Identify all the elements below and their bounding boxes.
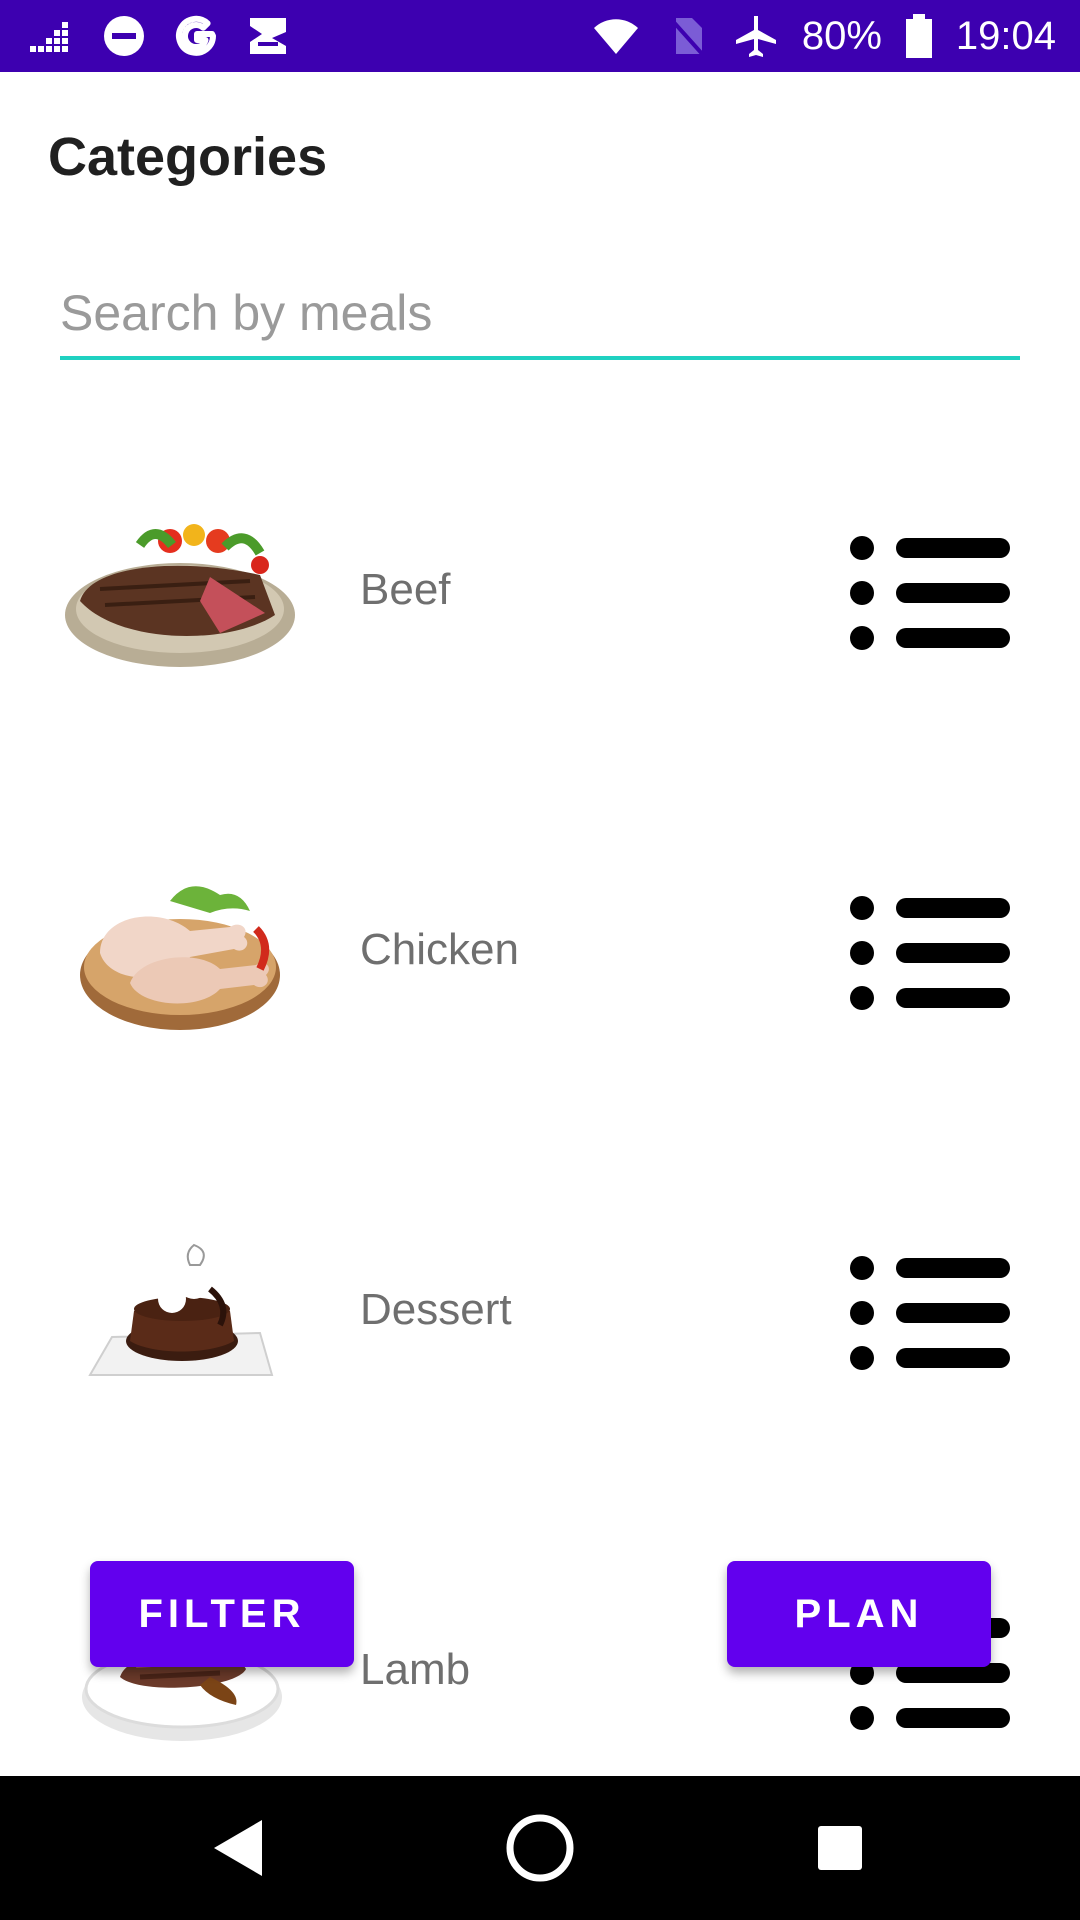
do-not-disturb-icon xyxy=(100,12,148,60)
status-bar: 80% 19:04 xyxy=(0,0,1080,72)
filter-button[interactable]: FILTER xyxy=(90,1561,354,1667)
battery-percent: 80% xyxy=(801,13,882,58)
airplane-mode-icon xyxy=(732,12,780,60)
search-input[interactable] xyxy=(60,270,1020,356)
back-icon[interactable] xyxy=(204,1812,276,1884)
category-label: Dessert xyxy=(360,1285,512,1334)
list-icon[interactable] xyxy=(840,860,1020,1040)
wifi-icon xyxy=(592,12,640,60)
battery-icon xyxy=(904,12,934,60)
list-icon[interactable] xyxy=(840,1220,1020,1400)
search-field xyxy=(60,270,1020,360)
plan-button[interactable]: PLAN xyxy=(727,1561,991,1667)
list-item-dessert[interactable]: Dessert xyxy=(0,1200,1080,1420)
list-icon[interactable] xyxy=(840,500,1020,680)
no-sim-icon xyxy=(662,12,710,60)
beef-steak-image xyxy=(60,505,300,675)
list-item-beef[interactable]: Beef xyxy=(0,480,1080,700)
status-bar-right: 80% 19:04 xyxy=(592,10,1056,62)
status-bar-left xyxy=(28,10,292,62)
chocolate-cake-image xyxy=(60,1225,300,1395)
image-icon xyxy=(244,12,292,60)
navigation-bar xyxy=(0,1776,1080,1920)
recent-apps-icon[interactable] xyxy=(804,1812,876,1884)
signal-bars-icon xyxy=(28,12,76,60)
category-label: Chicken xyxy=(360,925,519,974)
category-label: Lamb xyxy=(360,1645,471,1694)
chicken-legs-image xyxy=(60,865,300,1035)
clock: 19:04 xyxy=(955,13,1056,58)
google-icon xyxy=(172,12,220,60)
page-title: Categories xyxy=(48,127,328,187)
list-item-chicken[interactable]: Chicken xyxy=(0,840,1080,1060)
home-icon[interactable] xyxy=(504,1812,576,1884)
category-label: Beef xyxy=(360,565,451,614)
